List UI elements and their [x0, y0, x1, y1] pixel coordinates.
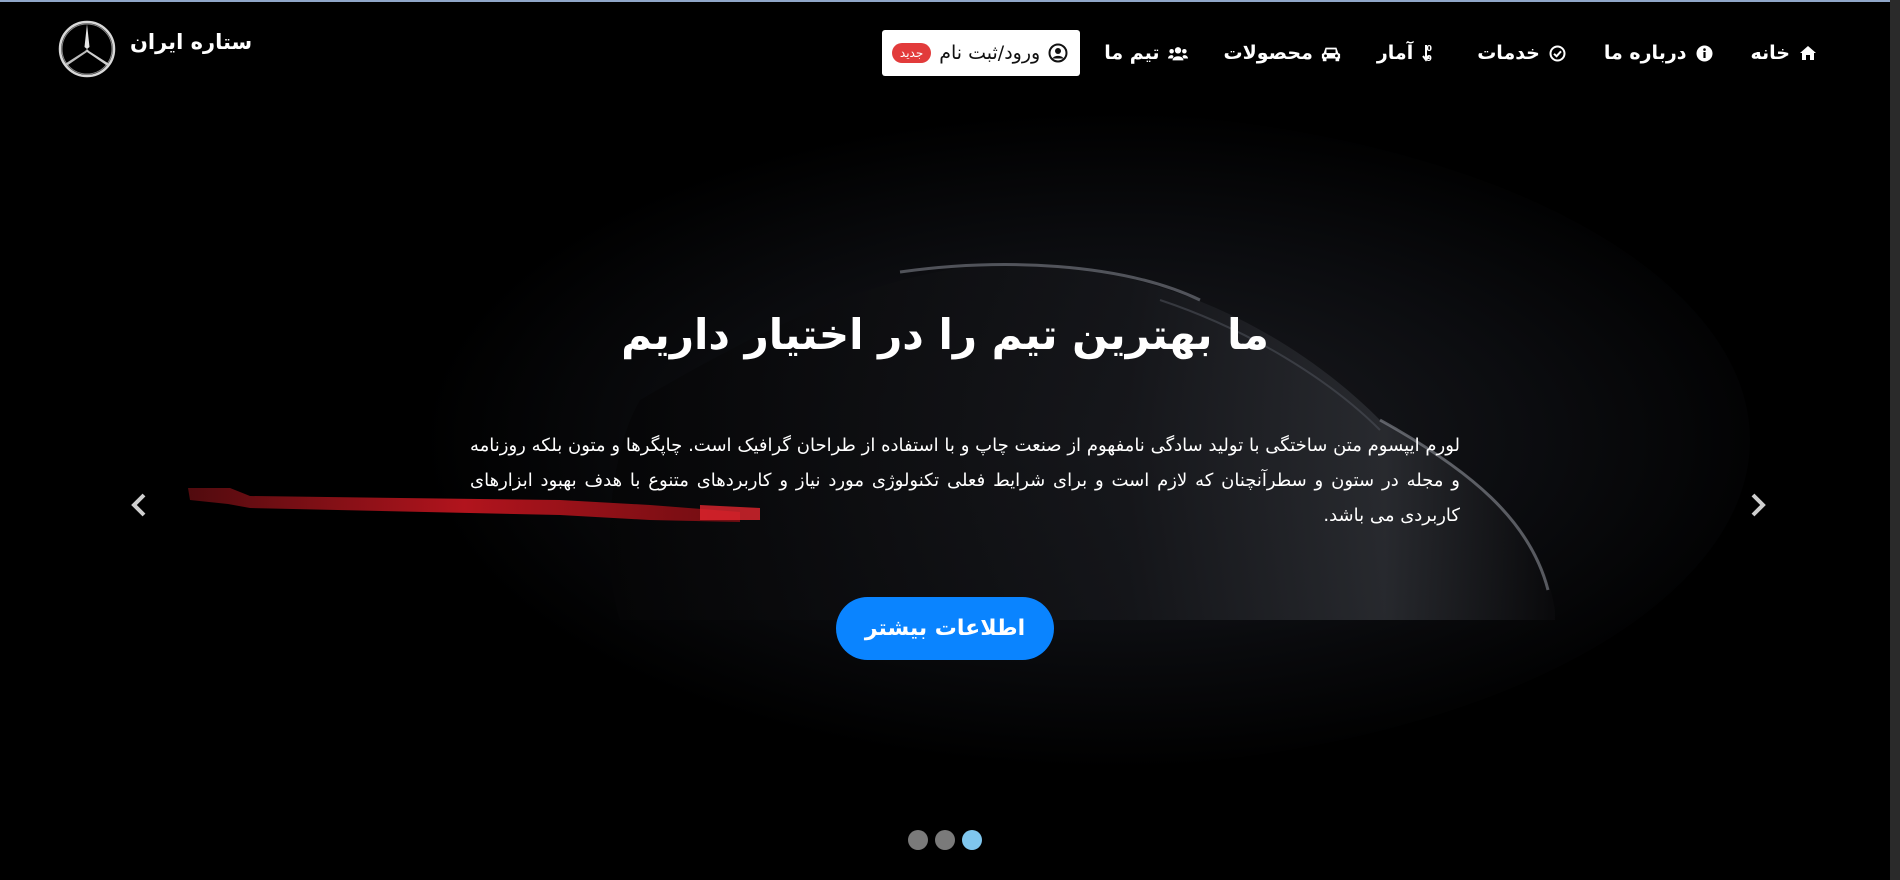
chevron-right-icon	[1751, 493, 1766, 517]
login-register-button[interactable]: ورود/ثبت نام جدید	[881, 30, 1081, 76]
navbar: خانه درباره ما خدمات 09 آمار محصولات تیم…	[0, 0, 1890, 100]
check-circle-icon	[1548, 43, 1568, 63]
login-label: ورود/ثبت نام	[939, 42, 1041, 64]
nav-item-services[interactable]: خدمات	[1459, 33, 1586, 73]
nav-item-home[interactable]: خانه	[1733, 33, 1836, 73]
nav-menu: خانه درباره ما خدمات 09 آمار محصولات تیم…	[881, 30, 1836, 76]
svg-text:0: 0	[1427, 44, 1433, 53]
mercedes-star-icon	[58, 20, 116, 78]
nav-item-team[interactable]: تیم ما	[1086, 33, 1205, 73]
brand-name: ستاره ایران	[130, 30, 253, 54]
nav-item-label: خانه	[1750, 42, 1790, 64]
users-icon	[1167, 43, 1188, 63]
carousel-indicator[interactable]	[908, 830, 928, 850]
hero-title: ما بهترین تیم را در اختیار داریم	[621, 310, 1269, 359]
nav-item-label: آمار	[1376, 42, 1414, 64]
nav-item-stats[interactable]: 09 آمار	[1359, 33, 1459, 73]
brand[interactable]: ستاره ایران	[58, 20, 252, 78]
nav-item-label: خدمات	[1477, 42, 1540, 64]
carousel-next-button[interactable]	[1742, 490, 1772, 520]
nav-item-about[interactable]: درباره ما	[1586, 33, 1733, 73]
carousel-prev-button[interactable]	[125, 490, 155, 520]
home-icon	[1798, 43, 1818, 63]
more-info-button[interactable]: اطلاعات بیشتر	[836, 597, 1054, 660]
nav-item-label: درباره ما	[1603, 42, 1687, 64]
info-circle-icon	[1695, 43, 1715, 63]
carousel-indicator-active[interactable]	[962, 830, 982, 850]
page: خانه درباره ما خدمات 09 آمار محصولات تیم…	[0, 0, 1900, 880]
hero-description: لورم ایپسوم متن ساختگی با تولید سادگی نا…	[470, 435, 1460, 526]
carousel-indicators	[908, 830, 982, 850]
scrollbar[interactable]	[1890, 0, 1900, 880]
nav-item-products[interactable]: محصولات	[1206, 33, 1359, 73]
new-badge: جدید	[891, 43, 932, 63]
nav-item-label: محصولات	[1223, 42, 1313, 64]
nav-item-label: تیم ما	[1104, 42, 1160, 64]
svg-text:9: 9	[1427, 54, 1433, 63]
user-circle-icon	[1048, 43, 1068, 63]
sort-numeric-icon: 09	[1421, 43, 1441, 63]
carousel-indicator[interactable]	[935, 830, 955, 850]
car-icon	[1321, 43, 1341, 63]
chevron-left-icon	[131, 493, 146, 517]
